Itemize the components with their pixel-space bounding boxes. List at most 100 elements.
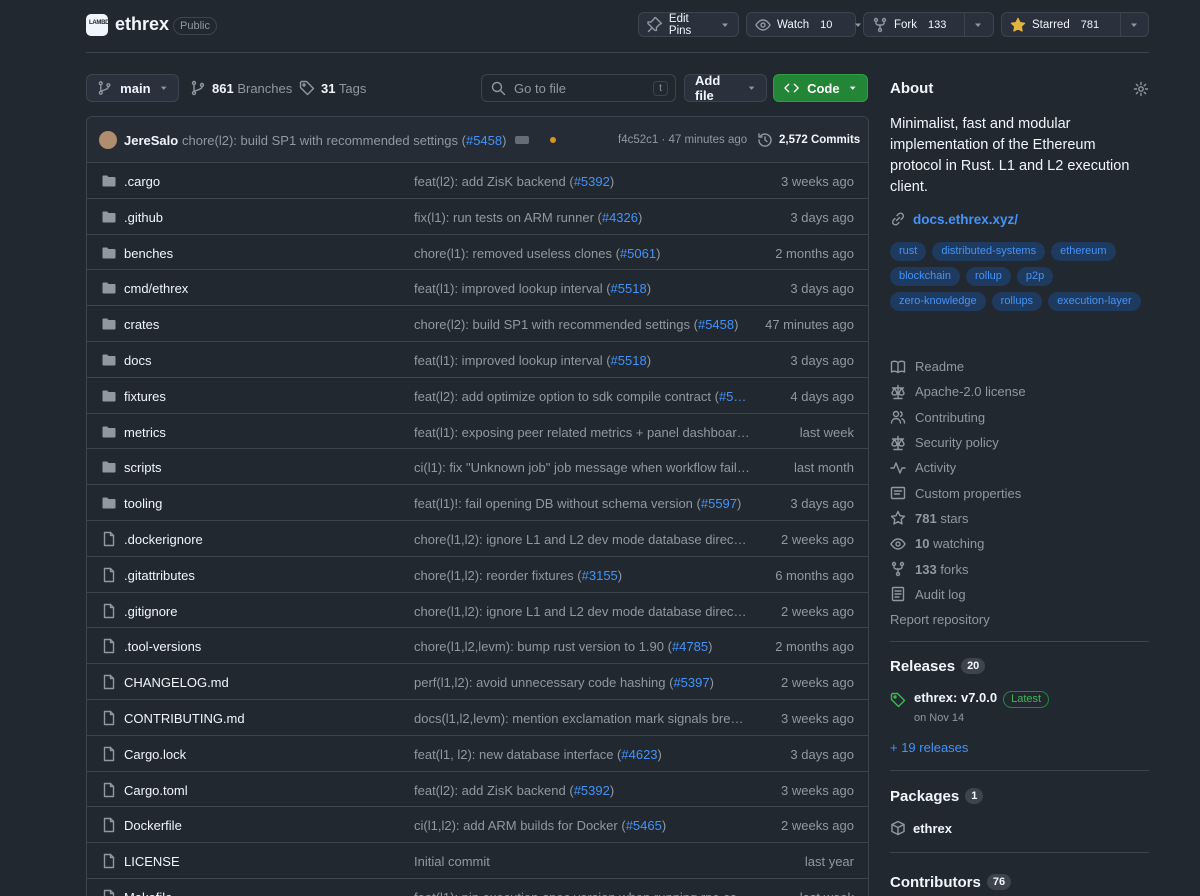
repo-owner-avatar[interactable]: LAMBDA [86,14,114,36]
file-name[interactable]: .github [124,210,163,225]
table-row[interactable]: CONTRIBUTING.md docs(l1,l2,levm): mention… [87,700,868,736]
table-row[interactable]: LICENSE Initial commit last year [87,843,868,879]
table-row[interactable]: .gitignore chore(l1,l2): ignore L1 and L2… [87,593,868,629]
file-name[interactable]: .gitattributes [124,568,195,583]
file-name[interactable]: Cargo.toml [124,783,188,798]
commit-message[interactable]: feat(l1): pin execution-spec version whe… [414,890,750,896]
meta-item-stars[interactable]: 781 stars [890,506,1149,531]
commit-pr-link[interactable]: #5061 [620,246,656,261]
commit-message[interactable]: chore(l1,l2): ignore L1 and L2 dev mode … [414,604,750,619]
topic-tag[interactable]: blockchain [890,267,960,286]
commit-message[interactable]: chore(l1,l2): reorder fixtures (#3155) [414,568,750,583]
commit-author[interactable]: JereSalo [124,133,178,148]
file-name[interactable]: tooling [124,496,162,511]
meta-item-audit-log[interactable]: Audit log [890,582,1149,607]
file-name[interactable]: CHANGELOG.md [124,675,229,690]
meta-item-custom-properties[interactable]: Custom properties [890,480,1149,505]
meta-item-forks[interactable]: 133 forks [890,556,1149,581]
file-name[interactable]: Makefile [124,890,172,896]
topic-tag[interactable]: zero-knowledge [890,292,986,311]
repo-name[interactable]: ethrex [115,14,169,35]
file-name[interactable]: metrics [124,425,166,440]
releases-heading[interactable]: Releases 20 [890,658,986,675]
topic-tag[interactable]: distributed-systems [932,242,1046,261]
fork-dropdown[interactable] [965,13,991,36]
status-pending-icon[interactable] [550,137,556,143]
website-link[interactable]: docs.ethrex.xyz/ [890,211,1018,227]
commit-message[interactable]: ci(l1,l2): add ARM builds for Docker (#5… [414,818,750,833]
commit-message[interactable]: chore(l1,l2): ignore L1 and L2 dev mode … [414,532,750,547]
file-name[interactable]: .dockerignore [124,532,203,547]
file-name[interactable]: LICENSE [124,854,180,869]
commit-message[interactable]: perf(l1,l2): avoid unnecessary code hash… [414,675,750,690]
commit-pr-link[interactable]: #5458 [698,317,734,332]
meta-item-activity[interactable]: Activity [890,455,1149,480]
commit-pr-link[interactable]: #4326 [602,210,638,225]
file-name[interactable]: cmd/ethrex [124,281,188,296]
meta-item-readme[interactable]: Readme [890,354,1149,379]
commit-message[interactable]: ci(l1): fix "Unknown job" job message wh… [414,460,750,475]
avatar[interactable] [99,131,117,149]
commit-message[interactable]: chore(l1,l2,levm): bump rust version to … [414,639,750,654]
star-dropdown[interactable] [1121,13,1147,36]
table-row[interactable]: .cargo feat(l2): add ZisK backend (#5392)… [87,163,868,199]
topic-tag[interactable]: p2p [1016,267,1054,286]
commit-message[interactable]: feat(l2): add optimize option to sdk com… [414,389,750,404]
file-name[interactable]: .cargo [124,174,160,189]
commit-pr-link[interactable]: #5518 [611,353,647,368]
topic-tag[interactable]: rollups [991,292,1043,311]
edit-pins-button[interactable]: Edit Pins [638,12,739,37]
file-name[interactable]: .tool-versions [124,639,201,654]
file-name[interactable]: Cargo.lock [124,747,186,762]
table-row[interactable]: crates chore(l2): build SP1 with recommen… [87,306,868,342]
commit-message[interactable]: feat(l2): add ZisK backend (#5392) [414,783,750,798]
commit-message[interactable]: feat(l1): exposing peer related metrics … [414,425,750,440]
meta-item-security-policy[interactable]: Security policy [890,430,1149,455]
more-releases-link[interactable]: + 19 releases [890,740,968,755]
go-to-file-input[interactable]: Go to file t [481,74,676,102]
topic-tag[interactable]: rust [890,242,927,261]
table-row[interactable]: .github fix(l1): run tests on ARM runner … [87,199,868,235]
watch-button[interactable]: Watch 10 [746,12,862,37]
table-row[interactable]: Cargo.lock feat(l1, l2): new database int… [87,736,868,772]
commit-pr-link[interactable]: #3155 [582,568,618,583]
table-row[interactable]: fixtures feat(l2): add optimize option to… [87,378,868,414]
table-row[interactable]: scripts ci(l1): fix "Unknown job" job mes… [87,449,868,486]
branch-selector[interactable]: main [86,74,179,102]
meta-item-apache-2-0-license[interactable]: Apache-2.0 license [890,379,1149,404]
commit-message[interactable]: chore(l2): build SP1 with recommended se… [182,133,506,148]
meta-item-report-repository[interactable]: Report repository [890,607,1149,632]
commit-pr-link[interactable]: #5458 [466,133,502,148]
commit-hash-time[interactable]: f4c52c1 · 47 minutes ago [618,134,747,146]
file-name[interactable]: docs [124,353,151,368]
file-name[interactable]: CONTRIBUTING.md [124,711,245,726]
gear-icon[interactable] [1133,81,1149,97]
commit-pr-link[interactable]: #5… [719,389,746,404]
commit-message[interactable]: Initial commit [414,854,750,869]
commit-message[interactable]: fix(l1): run tests on ARM runner (#4326) [414,210,750,225]
topic-tag[interactable]: execution-layer [1048,292,1141,311]
table-row[interactable]: .tool-versions chore(l1,l2,levm): bump ru… [87,628,868,665]
table-row[interactable]: cmd/ethrex feat(l1): improved lookup inte… [87,270,868,307]
commit-pr-link[interactable]: #5392 [574,174,610,189]
file-name[interactable]: fixtures [124,389,166,404]
table-row[interactable]: Cargo.toml feat(l2): add ZisK backend (#5… [87,772,868,808]
tags-link[interactable]: 31 Tags [299,74,366,102]
table-row[interactable]: benches chore(l1): removed useless clones… [87,235,868,271]
commit-pr-link[interactable]: #4623 [621,747,657,762]
commit-message[interactable]: feat(l1)!: fail opening DB without schem… [414,496,750,511]
topic-tag[interactable]: ethereum [1051,242,1116,261]
file-name[interactable]: benches [124,246,173,261]
file-name[interactable]: crates [124,317,159,332]
commit-message[interactable]: chore(l1): removed useless clones (#5061… [414,246,750,261]
code-button[interactable]: Code [773,74,868,102]
commit-message[interactable]: chore(l2): build SP1 with recommended se… [414,317,750,332]
table-row[interactable]: .dockerignore chore(l1,l2): ignore L1 and… [87,521,868,557]
contributors-heading[interactable]: Contributors 76 [890,874,1012,891]
table-row[interactable]: .gitattributes chore(l1,l2): reorder fixt… [87,557,868,593]
table-row[interactable]: docs feat(l1): improved lookup interval (… [87,342,868,378]
commit-message[interactable]: docs(l1,l2,levm): mention exclamation ma… [414,711,750,726]
meta-item-contributing[interactable]: Contributing [890,405,1149,430]
commits-link[interactable]: 2,572 Commits [757,132,860,148]
table-row[interactable]: Makefile feat(l1): pin execution-spec ver… [87,879,868,896]
